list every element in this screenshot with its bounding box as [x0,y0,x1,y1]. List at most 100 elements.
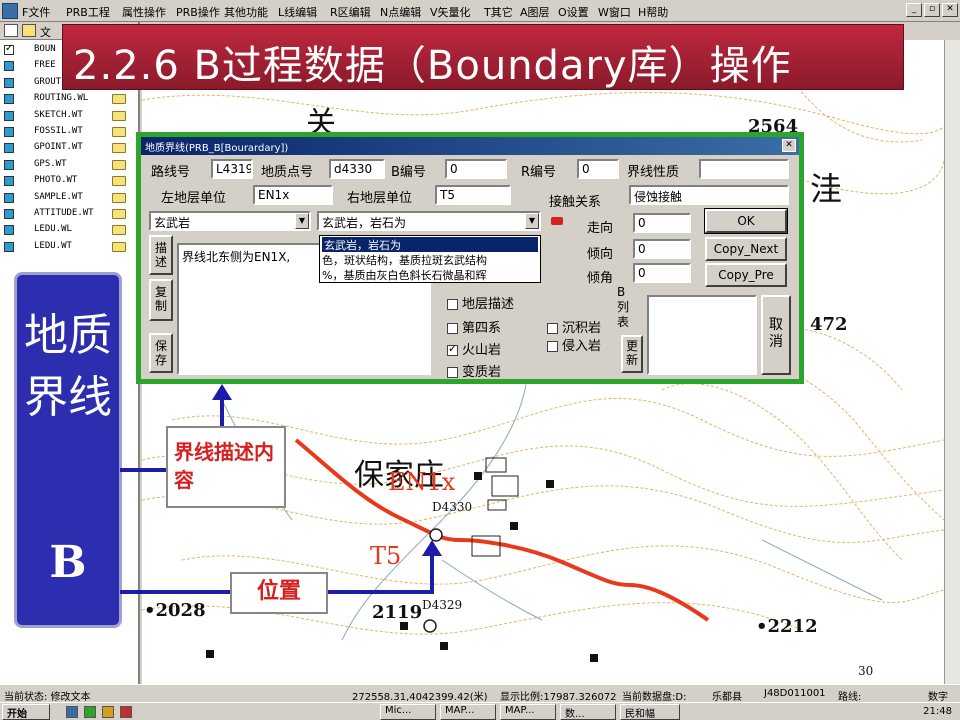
metamorphic-checkbox[interactable]: 变质岩 [447,361,501,380]
menu-misc[interactable]: T其它 [484,4,513,20]
ie-icon[interactable] [66,706,78,718]
layer-icon[interactable] [4,176,14,187]
tree-item[interactable]: ROUTING.WL [0,91,138,107]
copy-next-button[interactable]: Copy_Next [705,237,787,261]
right-unit-field[interactable]: T5 [435,185,511,205]
minimize-icon[interactable]: _ [906,3,922,17]
menu-line-edit[interactable]: L线编辑 [278,4,317,20]
menu-window[interactable]: W窗口 [598,4,631,20]
menu-prb-project[interactable]: PRB工程 [66,4,110,20]
menu-help[interactable]: H帮助 [638,4,668,20]
left-unit-field[interactable]: EN1x [253,185,333,205]
open-folder-icon[interactable] [22,24,36,37]
layer-icon[interactable] [4,127,14,137]
tree-item[interactable]: PHOTO.WT [0,173,138,189]
menu-vectorize[interactable]: V矢量化 [430,4,471,20]
description-dropdown-list[interactable]: 玄武岩，岩石为 色，斑状结构，基质拉斑玄武结构 %，基质由灰白色斜长石微晶和辉 [319,235,541,283]
cancel-button[interactable]: 取消 [761,295,791,375]
dialog-close-icon[interactable]: ✕ [782,139,796,152]
refresh-button[interactable]: 更新 [621,335,643,373]
dip-angle-field[interactable]: 0 [633,263,691,283]
menu-file[interactable]: F文件 [22,4,50,20]
menu-settings[interactable]: O设置 [558,4,589,20]
b-list-box[interactable] [647,295,757,375]
app-icon[interactable] [120,706,132,718]
tree-item[interactable]: GPOINT.WT [0,140,138,156]
strat-desc-label: 地层描述 [462,297,515,312]
task-data[interactable]: 数... [560,704,616,720]
layer-icon[interactable] [4,143,14,154]
save-button[interactable]: 保存 [149,333,173,373]
dropdown-option[interactable]: 色，斑状结构，基质拉斑玄武结构 [322,252,487,267]
tree-item[interactable]: LEDU.WT [0,239,138,255]
b-number-field[interactable]: 0 [445,159,507,179]
task-minhe[interactable]: 民和幅 [620,704,680,720]
dialog-titlebar[interactable]: 地质界线(PRB_B[Bourardary]) ✕ [141,137,799,155]
layer-icon[interactable] [4,241,14,252]
menu-region-edit[interactable]: R区编辑 [330,4,371,20]
layer-icon[interactable] [4,110,14,121]
boundary-nature-field[interactable] [699,159,789,179]
tree-item[interactable]: SKETCH.WT [0,108,138,124]
menu-attribute[interactable]: 属性操作 [122,4,166,20]
scroll-title: 地质界线 [24,310,112,423]
desktop-icon[interactable] [84,706,96,718]
quaternary-checkbox[interactable]: 第四系 [447,317,501,336]
layer-icon[interactable] [4,225,14,236]
dip-direction-field[interactable]: 0 [633,239,691,259]
menu-other[interactable]: 其他功能 [224,4,268,20]
folder-icon [112,241,126,252]
status-bar: 当前状态: 修改文本 272558.31,4042399.42(米) 显示比例:… [0,684,960,703]
new-file-icon[interactable] [4,24,18,37]
task-mic[interactable]: Mic... [380,704,436,720]
layer-icon[interactable] [4,61,14,72]
dropdown-option[interactable]: 玄武岩，岩石为 [322,237,538,252]
vertical-scrollbar[interactable] [944,40,960,684]
menu-point-edit[interactable]: N点编辑 [380,4,421,20]
checkbox-checked-icon[interactable] [4,43,14,55]
copy-button[interactable]: 复制 [149,279,173,321]
layer-icon[interactable] [4,77,14,88]
strike-field[interactable]: 0 [633,213,691,233]
task-map-1[interactable]: MAP... [440,704,496,720]
strat-desc-checkbox[interactable]: 地层描述 [447,293,514,312]
intrusive-label: 侵入岩 [562,339,602,354]
tree-item[interactable]: LEDU.WL [0,222,138,238]
dialog-title: 地质界线(PRB_B[Bourardary]) [145,143,289,154]
point-field[interactable]: d4330 [329,159,385,179]
describe-button[interactable]: 描述 [149,235,173,275]
menu-layer[interactable]: A图层 [520,4,550,20]
status-sheet: J48D011001 [764,688,826,699]
copy-pre-button[interactable]: Copy_Pre [705,263,787,287]
layer-icon[interactable] [4,192,14,203]
layer-icon[interactable] [4,94,14,105]
rock-type-combo[interactable]: 玄武岩 ▼ [149,211,311,231]
intrusive-checkbox[interactable]: 侵入岩 [547,335,601,354]
sedimentary-checkbox[interactable]: 沉积岩 [547,317,601,336]
tree-item[interactable]: ATTITUDE.WT [0,206,138,222]
folder-icon[interactable] [102,706,114,718]
menu-prb-op[interactable]: PRB操作 [176,4,220,20]
tree-item[interactable]: SAMPLE.WT [0,190,138,206]
r-number-field[interactable]: 0 [577,159,619,179]
description-template-combo[interactable]: 玄武岩，岩石为 ▼ [317,211,541,231]
close-icon[interactable]: ✕ [942,3,958,17]
volcanic-checkbox[interactable]: 火山岩 [447,339,501,358]
start-button[interactable]: 开始 [2,704,50,720]
chevron-down-icon[interactable]: ▼ [525,213,539,229]
restore-icon[interactable]: ▫ [924,3,940,17]
dip-direction-label: 倾向 [587,247,614,262]
status-route: 路线: [838,692,862,703]
tree-item[interactable]: FOSSIL.WT [0,124,138,140]
route-field[interactable]: L4319 [211,159,253,179]
pin-icon[interactable] [551,217,563,225]
contact-field[interactable]: 侵蚀接触 [629,185,789,205]
chevron-down-icon[interactable]: ▼ [295,213,309,229]
task-map-2[interactable]: MAP... [500,704,556,720]
tree-item-label: SAMPLE.WT [34,191,83,202]
ok-button[interactable]: OK [704,208,788,234]
layer-icon[interactable] [4,209,14,219]
dropdown-option[interactable]: %，基质由灰白色斜长石微晶和辉 [322,267,486,282]
tree-item[interactable]: GPS.WT [0,157,138,173]
layer-icon[interactable] [4,159,14,170]
